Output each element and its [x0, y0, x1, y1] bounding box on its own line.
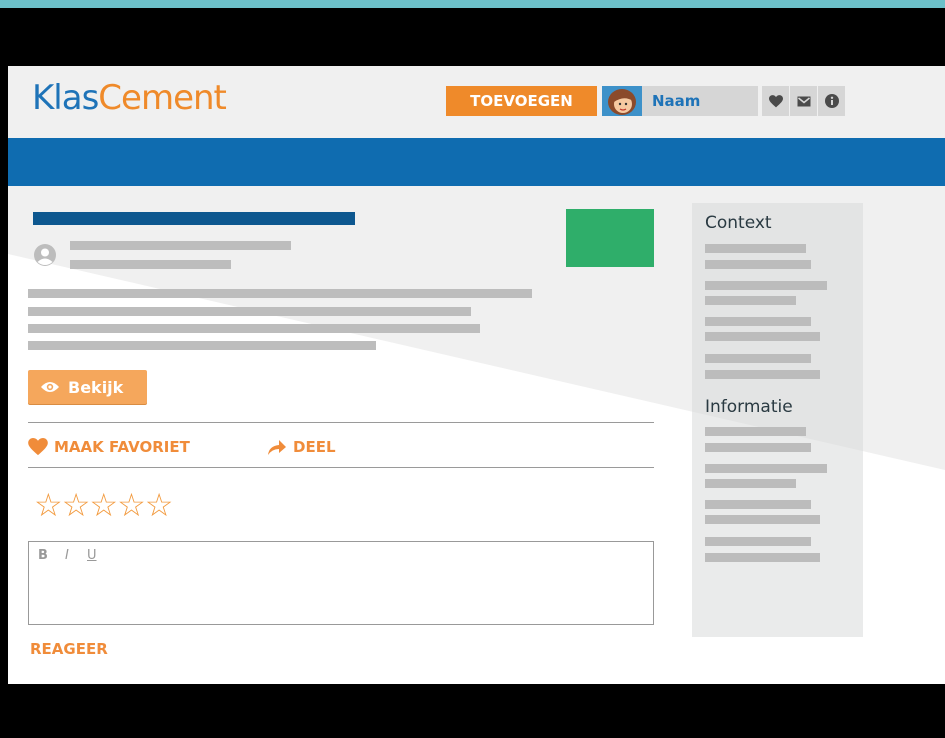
- underline-button[interactable]: U: [87, 548, 97, 563]
- heart-icon: [768, 94, 783, 107]
- view-button[interactable]: Bekijk: [28, 370, 147, 404]
- user-menu[interactable]: Naam: [602, 86, 758, 116]
- heart-icon: [28, 438, 48, 456]
- info-line: [705, 464, 827, 473]
- reply-button[interactable]: REAGEER: [30, 640, 108, 658]
- top-accent-strip: [0, 0, 945, 8]
- logo-part-klas: Klas: [32, 78, 99, 118]
- context-line: [705, 354, 811, 363]
- description-line: [28, 289, 532, 298]
- top-header: KlasCement TOEVOEGEN Naam: [8, 66, 945, 138]
- navigation-bar: [8, 138, 945, 186]
- info-heading: Informatie: [705, 397, 793, 417]
- favorite-button[interactable]: MAAK FAVORIET: [28, 438, 190, 456]
- context-line: [705, 281, 827, 290]
- rating-stars[interactable]: ☆☆☆☆☆: [34, 486, 173, 524]
- info-icon: [824, 94, 839, 108]
- info-line: [705, 443, 811, 452]
- context-line: [705, 260, 811, 269]
- klascement-logo[interactable]: KlasCement: [32, 78, 227, 118]
- info-line: [705, 427, 806, 436]
- info-line: [705, 515, 820, 524]
- mail-icon: [797, 96, 810, 106]
- view-button-label: Bekijk: [68, 377, 124, 397]
- italic-button[interactable]: I: [65, 548, 69, 563]
- context-heading: Context: [705, 213, 772, 233]
- comment-editor[interactable]: B I U: [28, 541, 654, 625]
- sidebar: Context Informatie: [692, 203, 863, 637]
- resource-title-placeholder: [33, 212, 355, 225]
- description-line: [28, 307, 471, 316]
- info-line: [705, 553, 820, 562]
- divider: [28, 467, 654, 468]
- context-line: [705, 296, 796, 305]
- share-label: DEEL: [293, 438, 336, 456]
- messages-button[interactable]: [790, 86, 817, 116]
- favorites-button[interactable]: [762, 86, 789, 116]
- browser-screen: KlasCement TOEVOEGEN Naam Bekijk MAAK FA…: [8, 66, 945, 684]
- info-line: [705, 537, 811, 546]
- bold-button[interactable]: B: [38, 548, 48, 563]
- author-name-placeholder: [70, 241, 291, 250]
- share-arrow-icon: [268, 439, 286, 455]
- context-line: [705, 332, 820, 341]
- description-line: [28, 341, 376, 350]
- author-meta-placeholder: [70, 260, 231, 269]
- divider: [28, 422, 654, 423]
- info-button[interactable]: [818, 86, 845, 116]
- author-avatar-icon: [34, 244, 56, 266]
- eye-icon: [41, 382, 59, 392]
- info-line: [705, 479, 796, 488]
- description-line: [28, 324, 480, 333]
- resource-thumbnail[interactable]: [566, 209, 654, 267]
- user-name: Naam: [652, 92, 701, 110]
- favorite-label: MAAK FAVORIET: [54, 438, 190, 456]
- context-line: [705, 317, 811, 326]
- logo-part-cement: Cement: [98, 78, 227, 118]
- context-line: [705, 244, 806, 253]
- context-line: [705, 370, 820, 379]
- user-avatar: [602, 86, 642, 116]
- share-button[interactable]: DEEL: [267, 438, 336, 456]
- add-button[interactable]: TOEVOEGEN: [446, 86, 597, 116]
- info-line: [705, 500, 811, 509]
